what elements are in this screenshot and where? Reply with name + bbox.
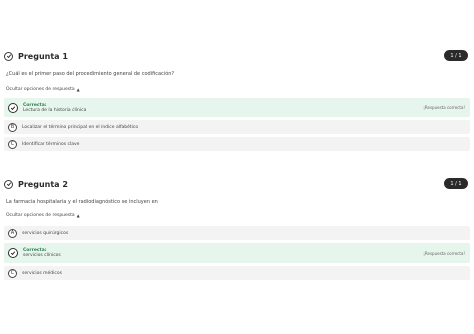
score-badge: 1 / 1: [444, 50, 468, 61]
answer-option-b[interactable]: Correcta: servicios clínicos ¡Respuesta …: [4, 243, 470, 263]
check-circle-icon: [4, 51, 13, 61]
option-text: servicios clínicos: [23, 253, 61, 258]
hide-options-toggle[interactable]: Ocultar opciones de respuesta ▲: [6, 213, 80, 218]
answer-option-c[interactable]: C Identificar términos clave: [4, 137, 470, 151]
question-text: ¿Cuál es el primer paso del procedimient…: [6, 71, 175, 77]
question-title: Pregunta 1: [18, 51, 68, 61]
option-text: Lectura de la historia clínica: [23, 107, 87, 113]
option-letter: C: [8, 139, 17, 149]
option-letter: B: [8, 122, 17, 132]
question-header: Pregunta 1: [4, 50, 68, 62]
question-text: La farmacia hospitalaria y el radiodiagn…: [6, 199, 158, 205]
correct-answer-tag: ¡Respuesta correcta!: [423, 250, 465, 256]
answer-option-a[interactable]: Correcta: Lectura de la historia clínica…: [4, 98, 470, 117]
caret-up-icon: ▲: [76, 87, 80, 92]
toggle-label: Ocultar opciones de respuesta: [6, 87, 75, 92]
answer-option-c[interactable]: C servicios médicos: [4, 266, 470, 280]
question-header: Pregunta 2: [4, 178, 68, 190]
check-circle-icon: [8, 102, 18, 113]
check-circle-icon: [4, 179, 13, 189]
hide-options-toggle[interactable]: Ocultar opciones de respuesta ▲: [6, 87, 80, 92]
score-badge: 1 / 1: [444, 178, 468, 189]
check-circle-icon: [8, 248, 18, 258]
option-letter: A: [8, 228, 17, 238]
option-text: Identificar términos clave: [22, 141, 80, 147]
option-text: servicios quirúrgicos: [22, 230, 69, 236]
correct-answer-tag: ¡Respuesta correcta!: [423, 105, 465, 110]
question-title: Pregunta 2: [18, 179, 68, 189]
caret-up-icon: ▲: [76, 213, 80, 218]
option-text: servicios médicos: [22, 270, 62, 276]
option-text: Localizar el término principal en el índ…: [22, 124, 139, 130]
answer-option-a[interactable]: A servicios quirúrgicos: [4, 226, 470, 240]
answer-option-b[interactable]: B Localizar el término principal en el í…: [4, 120, 470, 134]
option-letter: C: [8, 268, 17, 278]
toggle-label: Ocultar opciones de respuesta: [6, 213, 75, 218]
